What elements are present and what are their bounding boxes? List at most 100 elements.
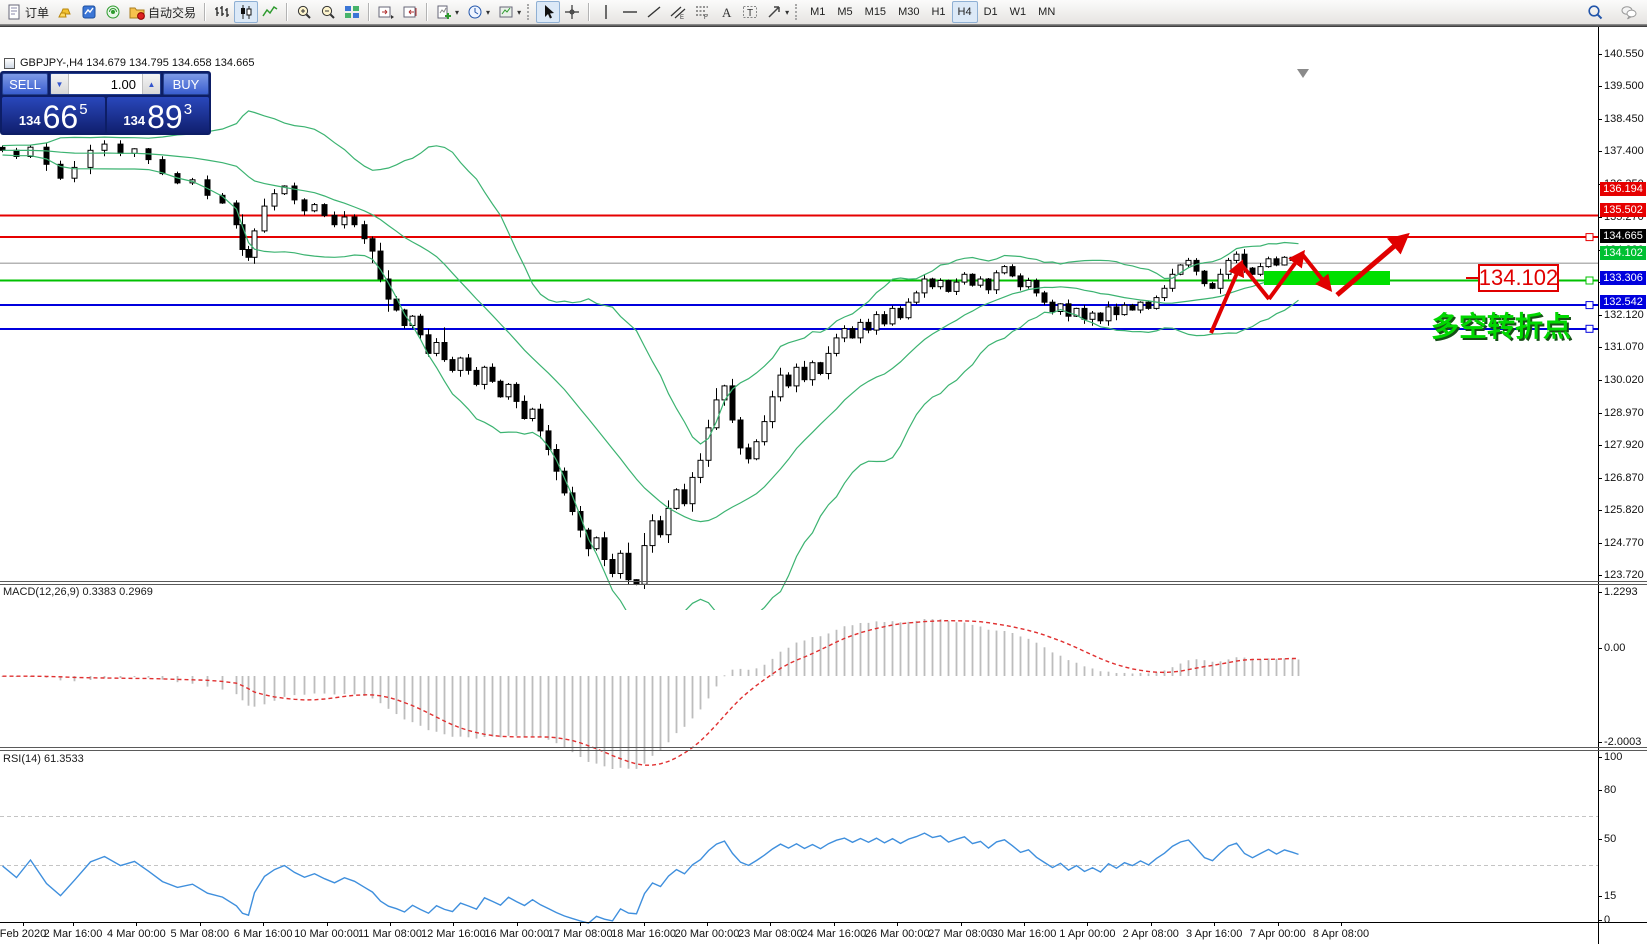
text-label-button[interactable]: T (738, 1, 762, 23)
chevron-down-icon[interactable]: ▾ (486, 8, 490, 17)
tf-h4-button[interactable]: H4 (952, 1, 978, 23)
time-label: 3 Apr 16:00 (1186, 928, 1242, 940)
time-label: 2 Apr 08:00 (1123, 928, 1179, 940)
text-button[interactable]: A (714, 1, 738, 23)
pane-separator[interactable] (0, 584, 1647, 585)
autoscroll-icon (378, 4, 394, 20)
periods-button[interactable]: ▾ (463, 1, 494, 23)
arrows-shapes-button[interactable]: ▾ (762, 1, 793, 23)
tf-d1-button[interactable]: D1 (978, 1, 1004, 23)
chat-button[interactable] (1617, 1, 1641, 23)
one-click-trading-panel: SELL ▼ 1.00 ▲ BUY 134 66 5 134 89 3 (0, 71, 211, 135)
buy-price-main: 89 (147, 102, 183, 132)
clock-icon (467, 4, 483, 20)
tf-m5-button[interactable]: M5 (831, 1, 858, 23)
toolbar-separator (426, 3, 428, 21)
buy-price-pip: 3 (184, 101, 192, 118)
signals-button[interactable] (101, 1, 125, 23)
cursor-icon (540, 4, 556, 20)
macd-pane[interactable] (0, 612, 1598, 773)
autotrading-button[interactable]: 自动交易 (125, 1, 200, 23)
sell-price-button[interactable]: 134 66 5 (2, 97, 105, 133)
shift-icon (402, 4, 418, 20)
rsi-axis-label: 80 (1604, 784, 1616, 796)
doc-icon (6, 4, 22, 20)
level-price-badge: 136.194 (1600, 182, 1646, 196)
trendline-button[interactable] (642, 1, 666, 23)
labelT-icon: T (742, 4, 758, 20)
chart-window-button[interactable] (77, 1, 101, 23)
tf-m15-button[interactable]: M15 (859, 1, 892, 23)
zoom-in-button[interactable] (292, 1, 316, 23)
toolbar-separator (204, 3, 206, 21)
tf-m30-button[interactable]: M30 (892, 1, 925, 23)
tile-icon (344, 4, 360, 20)
zoom-out-button[interactable] (316, 1, 340, 23)
search-button[interactable] (1583, 1, 1607, 23)
rsi-axis-label: 50 (1604, 833, 1616, 845)
price-tick-label: 132.120 (1604, 309, 1644, 321)
crosshair-button[interactable] (560, 1, 584, 23)
sell-price-pip: 5 (79, 101, 87, 118)
chevron-down-icon[interactable]: ▾ (517, 8, 521, 17)
volume-value[interactable]: 1.00 (69, 74, 142, 94)
pane-separator[interactable] (0, 747, 1647, 748)
indicators-button[interactable]: ▾ (432, 1, 463, 23)
sell-button[interactable]: SELL (2, 73, 48, 95)
auto-scroll-button[interactable] (374, 1, 398, 23)
rsi-label: RSI(14) 61.3533 (3, 753, 84, 765)
price-chart[interactable]: 134.102多空转折点多空转折点 (0, 54, 1598, 610)
chevron-down-icon[interactable]: ▾ (455, 8, 459, 17)
equidistant-channel-button[interactable]: E (666, 1, 690, 23)
axis-tick (1598, 478, 1602, 479)
price-axis-border (1598, 27, 1599, 944)
zoomout-icon (320, 4, 336, 20)
axis-tick (1598, 592, 1602, 593)
buy-button[interactable]: BUY (163, 73, 209, 95)
axis-tick (1598, 510, 1602, 511)
chart-window[interactable]: GBPJPY-,H4 134.679 134.795 134.658 134.6… (0, 27, 1647, 944)
fibonacci-button[interactable]: F (690, 1, 714, 23)
axis-tick (1598, 217, 1602, 218)
tf-mn-button[interactable]: MN (1032, 1, 1061, 23)
chart-shift-button[interactable] (398, 1, 422, 23)
search-icon (1587, 4, 1603, 20)
price-tick-label: 137.400 (1604, 145, 1644, 157)
candles-chart-button[interactable] (234, 1, 258, 23)
tf-w1-button[interactable]: W1 (1004, 1, 1033, 23)
market-gold-button[interactable] (53, 1, 77, 23)
axis-tick (1598, 445, 1602, 446)
pane-separator[interactable] (0, 581, 1647, 582)
tile-windows-button[interactable] (340, 1, 364, 23)
hline-icon (622, 4, 638, 20)
chat-icon (1621, 4, 1637, 20)
crosshair-icon (564, 4, 580, 20)
vertical-line-button[interactable] (594, 1, 618, 23)
macd-axis-label: 1.2293 (1604, 586, 1638, 598)
time-axis-border (0, 922, 1647, 923)
buy-price-button[interactable]: 134 89 3 (107, 97, 210, 133)
volume-up-icon[interactable]: ▲ (142, 74, 160, 94)
rsi-pane[interactable] (0, 778, 1598, 944)
signal-icon (105, 4, 121, 20)
toolbar-separator (588, 3, 590, 21)
rsi-axis-label: 0 (1604, 914, 1610, 926)
chevron-down-icon[interactable]: ▾ (785, 8, 789, 17)
cursor-button[interactable] (536, 1, 560, 23)
toolbar-grip (527, 4, 532, 20)
horizontal-line-button[interactable] (618, 1, 642, 23)
time-label: 16 Mar 00:00 (484, 928, 549, 940)
volume-stepper[interactable]: ▼ 1.00 ▲ (50, 73, 161, 95)
tf-h1-button[interactable]: H1 (925, 1, 951, 23)
templates-button[interactable]: ▾ (494, 1, 525, 23)
volume-down-icon[interactable]: ▼ (51, 74, 69, 94)
pane-separator[interactable] (0, 750, 1647, 751)
axis-tick (1598, 54, 1602, 55)
axis-tick (1598, 742, 1602, 743)
new-order-button[interactable]: 订单 (2, 1, 53, 23)
line-chart-button[interactable] (258, 1, 282, 23)
bars-chart-button[interactable] (210, 1, 234, 23)
tf-m1-button[interactable]: M1 (804, 1, 831, 23)
time-label: 23 Mar 08:00 (738, 928, 803, 940)
rsi-axis-label: 100 (1604, 751, 1622, 763)
